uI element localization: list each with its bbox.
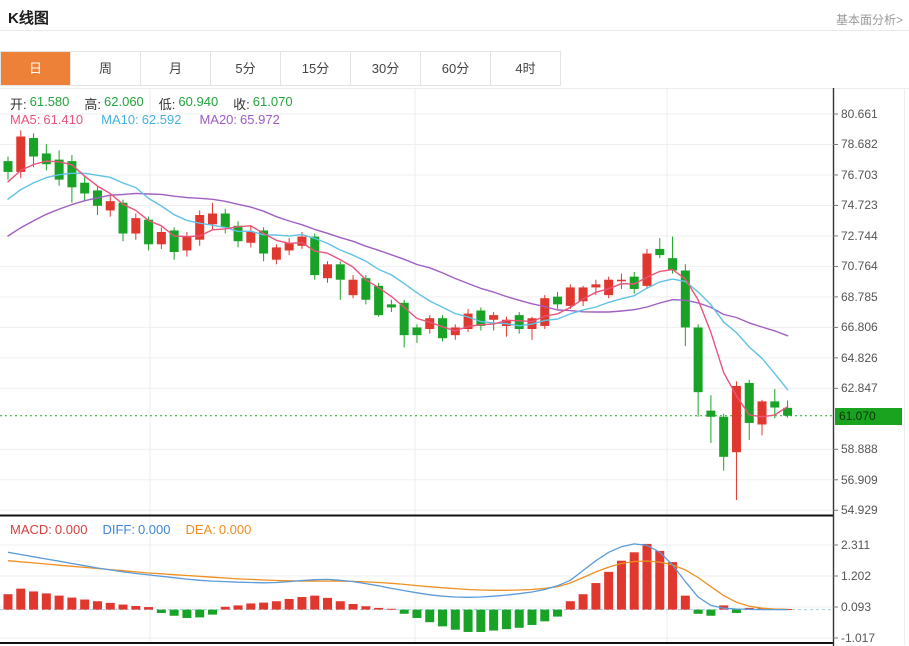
tab-15min[interactable]: 15分 [281,52,351,85]
price-axis-label: 66.806 [841,320,878,335]
high-label: 高: [84,97,102,112]
macd-legend: MACD: 0.000 DIFF: 0.000 DEA: 0.000 [10,522,251,537]
tab-week[interactable]: 周 [71,52,141,85]
ma10-label: MA10: [101,112,139,127]
kline-page: K线图 基本面分析> 日周月 5分 15分 30分 60分 4时 开: 61.580 高: 6… [0,0,909,646]
fundamental-analysis-link[interactable]: 基本面分析> [836,11,903,28]
macd-axis-label: -1.017 [841,631,876,646]
tab-4hour[interactable]: 4时 [491,52,560,85]
price-axis-label: 78.682 [841,137,878,152]
ma20-value: 65.972 [240,112,280,127]
page-title: K线图 [8,10,49,27]
dea-label: DEA: [185,522,216,537]
price-axis-label: 54.929 [841,503,878,518]
diff-label: DIFF: [102,522,135,537]
tab-day[interactable]: 日 [1,52,71,85]
close-value: 61.070 [252,94,293,109]
ma5-value: 61.410 [43,112,84,127]
high-value: 62.060 [104,94,144,109]
macd-axis-label: 0.093 [841,600,872,614]
price-axis-label: 56.909 [841,472,878,487]
macd-axis-label: 2.311 [841,538,871,552]
current-price-badge: 61.070 [835,408,902,425]
low-value: 60.940 [178,94,219,109]
tab-5min[interactable]: 5分 [211,52,281,85]
price-axis-label: 64.826 [841,350,878,365]
header-divider [0,30,909,31]
price-axis-label: 80.661 [841,107,878,121]
diff-value: 0.000 [137,522,171,537]
open-value: 61.580 [29,94,70,109]
period-tabs: 日周月 5分 15分 30分 60分 4时 [0,51,561,86]
price-axis-label: 76.703 [841,167,878,182]
price-axis-label: 74.723 [841,198,878,213]
kline-chart[interactable] [0,88,909,517]
ma5-label: MA5: [10,112,41,127]
ma-legend: MA5: 61.410 MA10: 62.592 MA20: 65.972 [10,112,280,127]
ma20-label: MA20: [199,112,238,127]
tab-30min[interactable]: 30分 [351,52,421,85]
macd-label: MACD: [10,522,52,537]
open-label: 开: [10,97,27,112]
price-axis-label: 58.888 [841,442,878,457]
close-label: 收: [233,97,250,112]
ma10-value: 62.592 [141,112,182,127]
ohlc-legend: 开: 61.580 高: 62.060 低: 60.940 收: 61.070 [10,94,293,113]
price-axis-label: 68.785 [841,289,878,304]
macd-axis-label: 1.202 [841,569,872,583]
dea-value: 0.000 [218,522,252,537]
right-edge-border [904,88,905,645]
low-label: 低: [158,97,176,112]
macd-value: 0.000 [54,522,88,537]
tab-month[interactable]: 月 [141,52,211,85]
price-axis-label: 70.764 [841,259,878,274]
tab-60min[interactable]: 60分 [421,52,491,85]
price-axis-label: 62.847 [841,381,878,396]
price-axis-label: 72.744 [841,228,878,243]
